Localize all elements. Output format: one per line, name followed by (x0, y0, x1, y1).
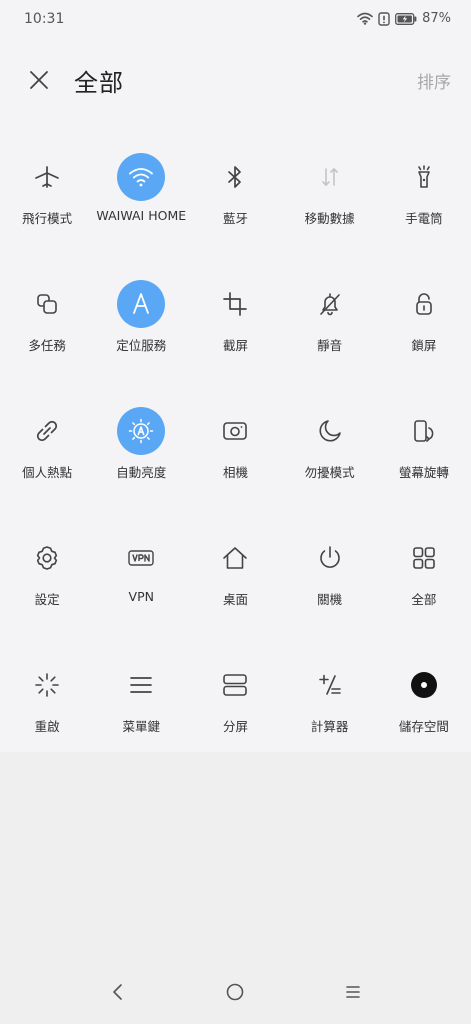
tile-label: 重啟 (34, 719, 60, 734)
page-title: 全部 (74, 69, 124, 97)
tile-storage[interactable]: 儲存空間 (377, 661, 471, 788)
tile-label: 定位服務 (116, 338, 167, 353)
tile-lock-screen[interactable]: 鎖屏 (377, 280, 471, 407)
tile-settings[interactable]: 設定 (0, 534, 94, 661)
tile-label: 多任務 (28, 338, 66, 353)
tile-mobile-data[interactable]: 移動數據 (283, 153, 377, 280)
tile-camera[interactable]: 相機 (188, 407, 282, 534)
tile-label: 相機 (222, 465, 248, 480)
tile-all[interactable]: 全部 (377, 534, 471, 661)
tile-label: 計算器 (310, 719, 349, 734)
tiles-row: 重啟 菜單鍵 分屏 計算器 儲存空間 (0, 661, 471, 788)
tile-vpn[interactable]: VPN (94, 534, 188, 661)
gear-icon (23, 534, 71, 582)
tiles-row: 多任務 定位服務 截屏 靜音 鎖屏 (0, 280, 471, 407)
tiles-row: 個人熱點 自動亮度 相機 勿擾模式 螢幕旋轉 (0, 407, 471, 534)
tile-location[interactable]: 定位服務 (94, 280, 188, 407)
status-time: 10:31 (24, 11, 65, 27)
wifi-icon (357, 12, 373, 25)
hotspot-icon (23, 407, 71, 455)
status-bar: 10:31 87% (0, 0, 471, 40)
battery-icon (395, 12, 417, 25)
power-icon (306, 534, 354, 582)
vpn-icon (117, 534, 165, 582)
tile-home[interactable]: 桌面 (188, 534, 282, 661)
sort-button[interactable]: 排序 (417, 68, 451, 93)
bluetooth-icon (211, 153, 259, 201)
rotate-icon (400, 407, 448, 455)
split-screen-icon (211, 661, 259, 709)
tile-label: 移動數據 (304, 211, 355, 226)
tile-airplane-mode[interactable]: 飛行模式 (0, 153, 94, 280)
menu-icon (117, 661, 165, 709)
status-icons: 87% (357, 11, 451, 26)
lock-icon (400, 280, 448, 328)
tiles-grid: 飛行模式 WAIWAI HOME 藍牙 移動數據 手電筒 多任務 定位服務 截屏… (0, 153, 471, 788)
tile-auto-brightness[interactable]: 自動亮度 (94, 407, 188, 534)
tile-bluetooth[interactable]: 藍牙 (188, 153, 282, 280)
quick-settings-panel: 10:31 87% 全部 排序 飛行模式 WAIWAI HOME 藍牙 移動數據… (0, 0, 471, 752)
tile-label: 個人熱點 (22, 465, 73, 480)
tile-label: 勿擾模式 (304, 465, 355, 480)
home-circle-icon[interactable] (223, 980, 247, 1004)
tile-label: 鎖屏 (411, 338, 437, 353)
tile-label: VPN (128, 589, 154, 604)
moon-icon (306, 407, 354, 455)
storage-icon (400, 661, 448, 709)
flashlight-icon (400, 153, 448, 201)
tile-label: 桌面 (222, 592, 248, 607)
tile-wifi[interactable]: WAIWAI HOME (94, 153, 188, 280)
tile-calculator[interactable]: 計算器 (283, 661, 377, 788)
mobile-data-icon (306, 153, 354, 201)
tile-label: 藍牙 (222, 211, 248, 226)
airplane-icon (23, 153, 71, 201)
wifi-icon (117, 153, 166, 201)
tiles-row: 設定 VPN 桌面 關機 全部 (0, 534, 471, 661)
tile-label: 截屏 (222, 338, 248, 353)
tile-multitask[interactable]: 多任務 (0, 280, 94, 407)
tile-label: WAIWAI HOME (96, 208, 187, 223)
navigation-bar (0, 960, 471, 1024)
recents-icon[interactable] (341, 980, 365, 1004)
tiles-row: 飛行模式 WAIWAI HOME 藍牙 移動數據 手電筒 (0, 153, 471, 280)
tile-label: 全部 (411, 592, 437, 607)
tile-do-not-disturb[interactable]: 勿擾模式 (283, 407, 377, 534)
tile-label: 關機 (317, 592, 343, 607)
tile-label: 儲存空間 (398, 719, 449, 734)
home-icon (211, 534, 259, 582)
battery-percent: 87% (422, 11, 451, 26)
camera-icon (211, 407, 259, 455)
tile-label: 分屏 (222, 719, 248, 734)
header: 全部 排序 (0, 55, 471, 105)
tile-label: 飛行模式 (22, 211, 73, 226)
auto-brightness-icon (117, 407, 166, 455)
tile-split-screen[interactable]: 分屏 (188, 661, 282, 788)
close-icon[interactable] (26, 67, 52, 93)
tile-restart[interactable]: 重啟 (0, 661, 94, 788)
tile-flashlight[interactable]: 手電筒 (377, 153, 471, 280)
tile-screenshot[interactable]: 截屏 (188, 280, 282, 407)
back-icon[interactable] (106, 980, 130, 1004)
mute-icon (306, 280, 354, 328)
tile-label: 菜單鍵 (122, 719, 161, 734)
tile-label: 螢幕旋轉 (398, 465, 449, 480)
tile-label: 設定 (34, 592, 60, 607)
tile-hotspot[interactable]: 個人熱點 (0, 407, 94, 534)
tile-screen-rotation[interactable]: 螢幕旋轉 (377, 407, 471, 534)
tile-label: 靜音 (317, 338, 343, 353)
screenshot-icon (211, 280, 259, 328)
restart-icon (23, 661, 71, 709)
alert-icon (378, 11, 390, 26)
tile-power-off[interactable]: 關機 (283, 534, 377, 661)
calculator-icon (306, 661, 354, 709)
tile-menu-key[interactable]: 菜單鍵 (94, 661, 188, 788)
tile-label: 手電筒 (405, 211, 443, 226)
location-icon (117, 280, 166, 328)
multitask-icon (23, 280, 71, 328)
tile-label: 自動亮度 (116, 465, 167, 480)
tile-mute[interactable]: 靜音 (283, 280, 377, 407)
grid-icon (400, 534, 448, 582)
